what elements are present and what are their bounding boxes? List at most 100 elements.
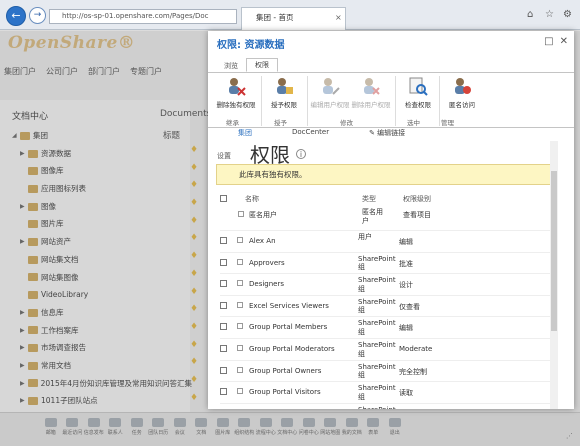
row-name[interactable]: Group Portal Members [249,323,327,331]
row-checkbox[interactable] [220,366,227,374]
remove-user-permissions-button[interactable]: 删除用户权限 [349,76,393,109]
browser-tab[interactable]: 集团 - 首页 [241,7,346,30]
scrollbar-thumb[interactable] [551,171,557,331]
row-select-icon[interactable] [237,280,243,287]
footer-link[interactable]: 网站地图 [320,418,342,436]
footer-link[interactable]: 任务 [126,418,148,436]
edit-user-permissions-button[interactable]: 编辑用户权限 [308,76,352,109]
address-bar[interactable]: http://os-sp-01.openshare.com/Pages/Doc [49,9,237,24]
permission-row[interactable]: Designers SharePoint 组设计 [220,273,550,295]
permission-row[interactable]: Alex An 用户 编辑 [220,230,550,252]
tree-item[interactable]: 网站集文档 [6,251,192,269]
expand-arrow-icon[interactable]: ◢ [12,127,20,145]
row-select-icon[interactable] [237,258,243,265]
permission-row[interactable]: Hierarchy ManagersSharePoint 组管理层次结构 [220,402,550,409]
footer-link[interactable]: 问卷中心 [298,418,320,436]
expand-arrow-icon[interactable]: ▶ [20,145,28,163]
breadcrumb-doccenter[interactable]: DocCenter [292,128,329,138]
row-select-icon[interactable] [237,388,243,395]
expand-arrow-icon[interactable]: ▶ [20,375,28,393]
row-checkbox[interactable] [220,258,227,266]
check-permissions-button[interactable]: 检查权限 [396,76,440,109]
footer-link[interactable]: 组织结构 [234,418,256,436]
anonymous-checkbox[interactable] [238,211,244,217]
row-name[interactable]: Approvers [249,259,285,267]
tab-permissions[interactable]: 权限 [246,58,278,72]
footer-link[interactable]: 团队日历 [148,418,170,436]
row-checkbox[interactable] [220,345,227,352]
select-all-checkbox[interactable] [220,195,227,202]
tree-item[interactable]: ▶ 图像 [6,198,192,216]
close-icon[interactable]: ✕ [560,36,568,47]
row-select-icon[interactable] [237,301,243,308]
home-icon[interactable]: ⌂ [527,9,533,20]
tree-item[interactable]: ▶ 1011子团队站点 [6,392,192,410]
expand-arrow-icon[interactable]: ▶ [20,322,28,340]
footer-link[interactable]: 最近访问 [62,418,84,436]
tab-browse[interactable]: 浏览 [216,60,246,72]
row-checkbox[interactable] [220,280,227,288]
tree-item[interactable]: 应用图标列表 [6,180,192,198]
top-nav-item[interactable]: 部门门户 [88,66,120,77]
expand-arrow-icon[interactable]: ▶ [20,339,28,357]
row-name[interactable]: Group Portal Visitors [249,388,321,396]
row-select-icon[interactable] [237,366,243,373]
row-checkbox[interactable] [220,237,227,244]
permission-row[interactable]: Group Portal Visitors SharePoint 组读取 [220,381,550,403]
tree-item[interactable]: ▶ 2015年4月份知识库管理及常用知识问答汇集 [6,375,192,393]
expand-arrow-icon[interactable]: ▶ [20,392,28,410]
forward-icon[interactable]: → [29,7,46,24]
footer-link[interactable]: 流程中心 [255,418,277,436]
tree-item[interactable]: ◢ 集团 [6,127,192,145]
footer-link[interactable]: 文档中心 [277,418,299,436]
row-name[interactable]: Alex An [249,237,276,245]
back-icon[interactable]: ← [6,6,26,26]
footer-link[interactable]: 联系人 [105,418,127,436]
anonymous-access-button[interactable]: 匿名访问 [440,76,484,109]
row-select-icon[interactable] [237,345,243,351]
tree-item[interactable]: ▶ 资源数据 [6,145,192,163]
row-name[interactable]: Excel Services Viewers [249,302,329,310]
top-nav-item[interactable]: 专题门户 [130,66,162,77]
permission-row[interactable]: Approvers SharePoint 组批准 [220,251,550,274]
tree-item[interactable]: VideoLibrary [6,286,192,304]
footer-link[interactable]: 我的文档 [341,418,363,436]
top-nav-item[interactable]: 公司门户 [46,66,78,77]
expand-arrow-icon[interactable]: ▶ [20,233,28,251]
tree-item[interactable]: ▶ 信息库 [6,304,192,322]
footer-link[interactable]: 表单 [363,418,385,436]
tree-item[interactable]: ▶ 常用文档 [6,357,192,375]
info-icon[interactable]: i [296,149,306,159]
permission-row[interactable]: Group Portal Members SharePoint 组编辑 [220,316,550,338]
top-nav-item[interactable]: 集团门户 [4,66,36,77]
footer-link[interactable]: 退出 [384,418,406,436]
edit-links-button[interactable]: ✎ 编辑链接 [369,128,405,138]
settings-gear-icon[interactable]: ⚙ [563,9,572,20]
expand-arrow-icon[interactable]: ▶ [20,304,28,322]
tree-item[interactable]: 图片库 [6,215,192,233]
permission-row[interactable]: Group Portal Moderators SharePoint 组 Moder… [220,338,550,360]
tree-item[interactable]: 网站集图像 [6,269,192,287]
footer-link[interactable]: 会议 [169,418,191,436]
footer-link[interactable]: 图片库 [212,418,234,436]
row-checkbox[interactable] [220,301,227,309]
row-checkbox[interactable] [220,323,227,331]
breadcrumb-group[interactable]: 集团 [238,128,252,138]
grant-permissions-button[interactable]: 授予权限 [262,76,306,109]
permission-row[interactable]: Excel Services Viewers SharePoint 组仅查看 [220,294,550,317]
row-select-icon[interactable] [237,323,243,330]
favorites-icon[interactable]: ☆ [545,9,554,20]
footer-link[interactable]: 文档 [191,418,213,436]
permission-row[interactable]: Group Portal Owners SharePoint 组完全控制 [220,359,550,382]
tree-item[interactable]: ▶ 市场调查报告 [6,339,192,357]
tree-item[interactable]: ▶ 工作档案库 [6,322,192,340]
row-name[interactable]: Group Portal Owners [249,367,321,375]
row-name[interactable]: Designers [249,280,284,288]
settings-link[interactable]: 设置 [217,151,231,161]
row-select-icon[interactable] [237,237,243,243]
tab-close-icon[interactable]: × [335,13,342,22]
expand-arrow-icon[interactable]: ▶ [20,357,28,375]
tree-item[interactable]: 图像库 [6,162,192,180]
footer-link[interactable]: 信息发布 [83,418,105,436]
maximize-icon[interactable]: □ [544,36,553,47]
